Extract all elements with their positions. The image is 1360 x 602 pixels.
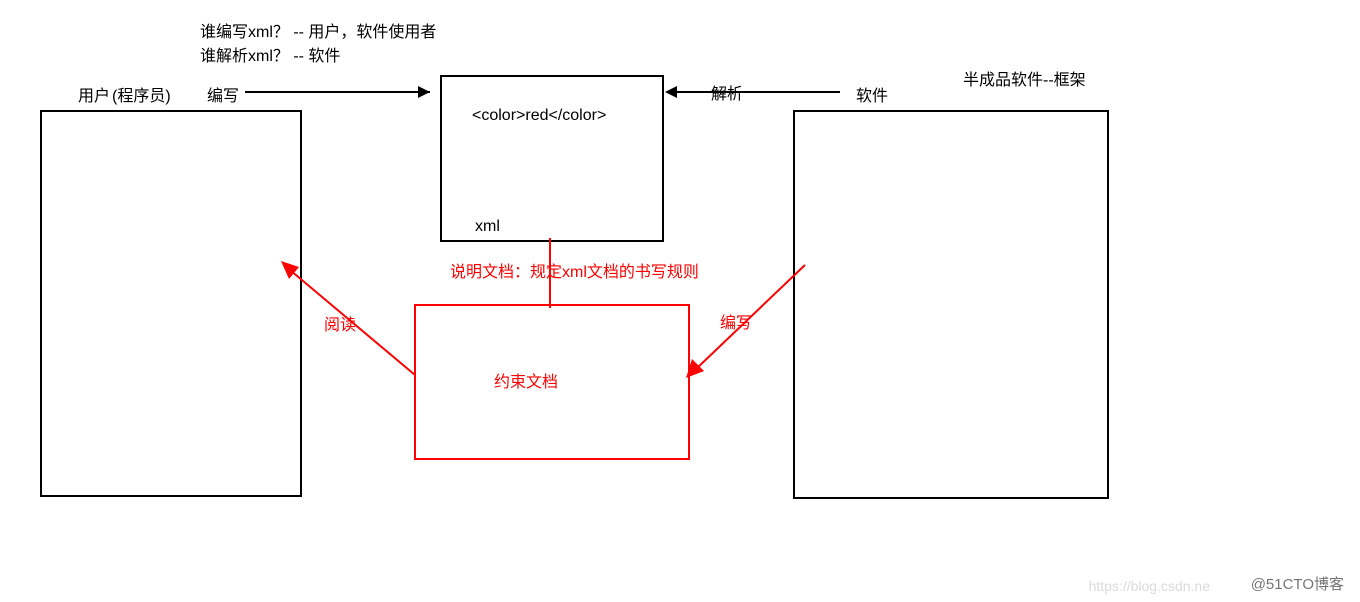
xml-box: <color>red</color> xml: [440, 75, 664, 242]
constraint-doc-label: 约束文档: [494, 368, 558, 392]
user-label: 用户: [78, 82, 110, 106]
parse-label: 解析: [711, 80, 743, 104]
watermark-51cto: @51CTO博客: [1251, 573, 1344, 594]
question-who-parses: 谁解析xml？ -- 软件: [200, 42, 340, 66]
framework-label: 半成品软件--框架: [963, 66, 1086, 90]
write-label-right: 编写: [720, 309, 752, 333]
xml-caption: xml: [475, 218, 500, 236]
arrow-parse-to-xml: [665, 82, 840, 102]
read-label: 阅读: [324, 311, 356, 335]
arrow-write-to-xml: [245, 82, 440, 102]
software-label: 软件: [856, 82, 888, 106]
xml-content: <color>red</color>: [472, 107, 606, 125]
software-box: [793, 110, 1109, 499]
question-who-writes: 谁编写xml？ -- 用户，软件使用者: [200, 18, 436, 42]
user-box: [40, 110, 302, 497]
write-label-left: 编写: [207, 82, 239, 106]
schema-note: 说明文档：规定xml文档的书写规则: [450, 258, 699, 282]
watermark-csdn: https://blog.csdn.ne: [1089, 578, 1210, 594]
programmer-label: (程序员): [112, 82, 171, 106]
